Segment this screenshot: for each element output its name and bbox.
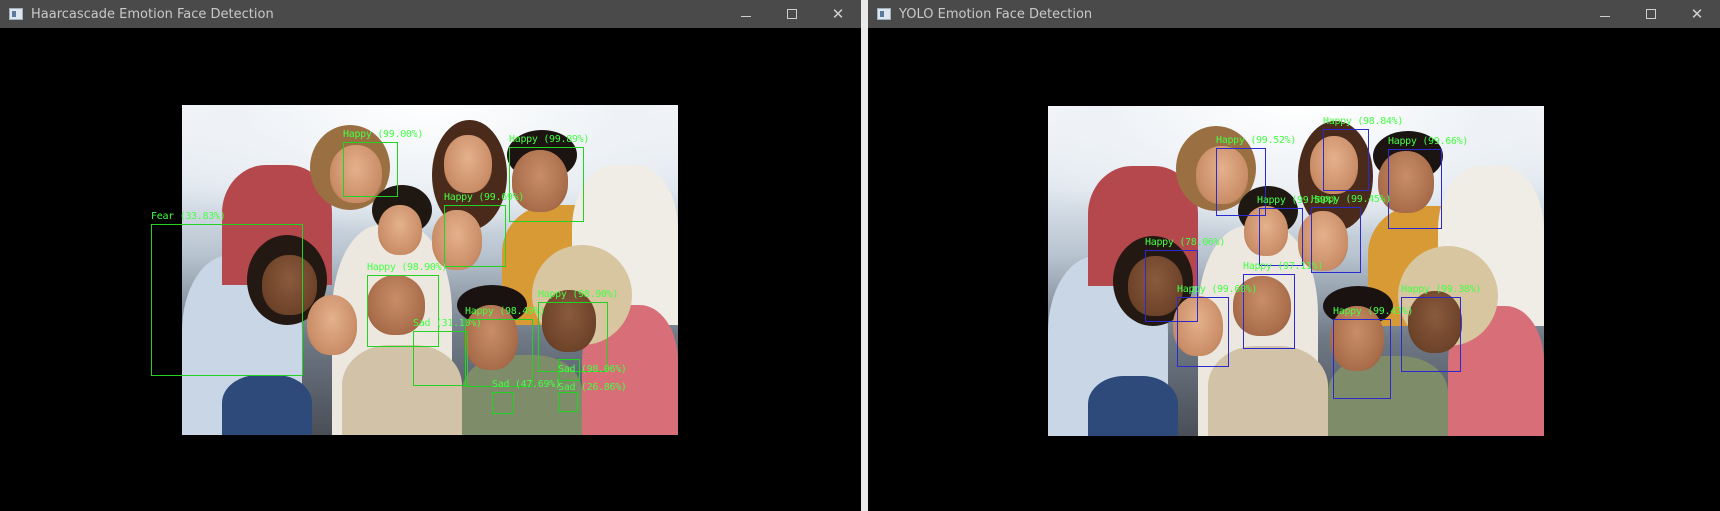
minimize-button[interactable] — [1582, 0, 1628, 28]
image-canvas: Happy (98.84%) Happy (99.52%) Happy (99.… — [871, 28, 1717, 511]
detection-box — [465, 319, 533, 387]
close-button[interactable]: ✕ — [815, 0, 861, 28]
close-button[interactable]: ✕ — [1674, 0, 1720, 28]
haarcascade-window[interactable]: Haarcascade Emotion Face Detection ✕ Hap… — [0, 0, 861, 511]
detection-label: Happy (99.60%) — [1177, 284, 1258, 295]
detection-label: Happy (98.84%) — [1323, 116, 1404, 127]
detection-label: Happy (98.90%) — [538, 289, 619, 300]
title-bar[interactable]: YOLO Emotion Face Detection ✕ — [868, 0, 1720, 28]
minimize-icon — [741, 15, 751, 17]
detection-label: Sad (98.06%) — [558, 364, 627, 375]
detection-label: Happy (99.69%) — [444, 192, 525, 203]
minimize-icon — [1600, 15, 1610, 17]
detection-label: Happy (99.89%) — [509, 134, 590, 145]
detection-box — [343, 142, 398, 197]
detection-box — [1323, 129, 1369, 191]
maximize-button[interactable] — [1628, 0, 1674, 28]
close-icon: ✕ — [1690, 5, 1704, 23]
detection-box — [151, 224, 303, 376]
close-icon: ✕ — [831, 5, 845, 23]
maximize-icon — [1646, 9, 1656, 19]
image-canvas: Happy (99.00%) Happy (99.89%) Fear (33.8… — [3, 28, 858, 511]
detection-label: Happy (99.45%) — [1311, 194, 1392, 205]
face — [307, 295, 357, 355]
detection-box — [492, 392, 514, 414]
window-gap — [861, 0, 868, 511]
app-icon — [9, 8, 23, 20]
detection-box — [1259, 208, 1303, 266]
detection-box — [413, 331, 468, 386]
maximize-icon — [787, 9, 797, 19]
face — [444, 135, 492, 193]
yolo-window[interactable]: YOLO Emotion Face Detection ✕ Happy (98.… — [868, 0, 1720, 511]
detection-box — [1388, 149, 1442, 229]
detection-label: Happy (98.49%) — [465, 306, 546, 317]
window-title: YOLO Emotion Face Detection — [899, 6, 1093, 22]
maximize-button[interactable] — [769, 0, 815, 28]
detection-box — [1177, 297, 1229, 367]
detection-box — [1401, 297, 1461, 372]
title-bar[interactable]: Haarcascade Emotion Face Detection ✕ — [0, 0, 861, 28]
window-title: Haarcascade Emotion Face Detection — [31, 6, 274, 22]
detection-label: Sad (26.86%) — [558, 382, 627, 393]
app-icon — [877, 8, 891, 20]
detection-label: Sad (47.69%) — [492, 379, 561, 390]
detection-label: Happy (78.06%) — [1145, 237, 1226, 248]
minimize-button[interactable] — [723, 0, 769, 28]
detection-label: Happy (99.38%) — [1401, 284, 1482, 295]
detection-label: Fear (33.83%) — [151, 211, 226, 222]
detection-label: Happy (99.00%) — [343, 129, 424, 140]
person-shirt — [1088, 376, 1178, 436]
detection-label: Happy (97.11%) — [1243, 261, 1324, 272]
detection-box — [1333, 319, 1391, 399]
detection-label: Happy (99.52%) — [1216, 135, 1297, 146]
detection-box — [509, 147, 584, 222]
detection-box — [444, 205, 506, 267]
detection-label: Happy (98.90%) — [367, 262, 448, 273]
detection-label: Happy (99.66%) — [1388, 136, 1469, 147]
person-shirt — [222, 375, 312, 435]
face — [378, 205, 422, 255]
detection-box — [558, 392, 578, 412]
